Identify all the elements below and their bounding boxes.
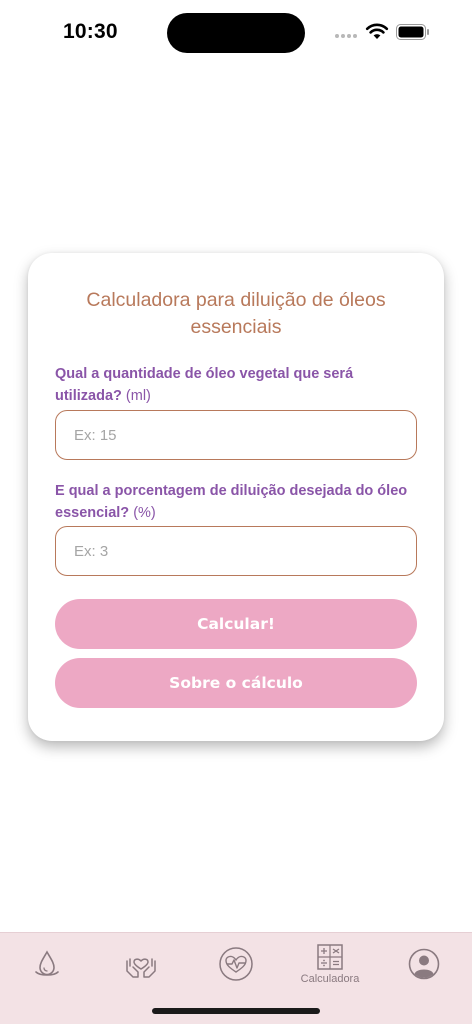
heartbeat-icon [219,947,253,981]
calculator-card: Calculadora para diluição de óleos essen… [28,253,444,741]
status-bar: 10:30 [0,0,472,64]
percentage-input[interactable] [55,526,417,576]
calculator-title: Calculadora para diluição de óleos essen… [86,289,386,338]
tab-calculadora-label: Calculadora [300,973,360,985]
tab-care[interactable] [94,933,188,995]
volume-unit: (ml) [125,388,151,404]
about-calculation-button[interactable]: Sobre o cálculo [55,658,417,708]
profile-icon [408,948,440,980]
cellular-signal-icon [335,34,357,38]
dynamic-island [167,13,305,53]
tab-calculadora[interactable]: Calculadora [283,933,377,995]
calculator-icon [317,944,343,970]
volume-input[interactable] [55,410,417,460]
percentage-unit: (%) [133,505,156,521]
drop-icon [35,950,59,976]
wifi-icon [365,23,389,39]
status-time: 10:30 [63,20,118,43]
calculate-button[interactable]: Calcular! [55,599,417,649]
tab-profile[interactable] [377,933,471,995]
percentage-question-text: E qual a porcentagem de diluição desejad… [55,483,408,521]
volume-question: Qual a quantidade de óleo vegetal que se… [55,363,415,407]
hands-heart-icon [126,958,156,978]
tab-health[interactable] [189,933,283,995]
percentage-question: E qual a porcentagem de diluição desejad… [55,480,415,524]
volume-question-text: Qual a quantidade de óleo vegetal que se… [55,366,354,404]
battery-icon [396,24,429,40]
tab-oils[interactable] [0,933,94,995]
home-indicator [152,1008,320,1014]
